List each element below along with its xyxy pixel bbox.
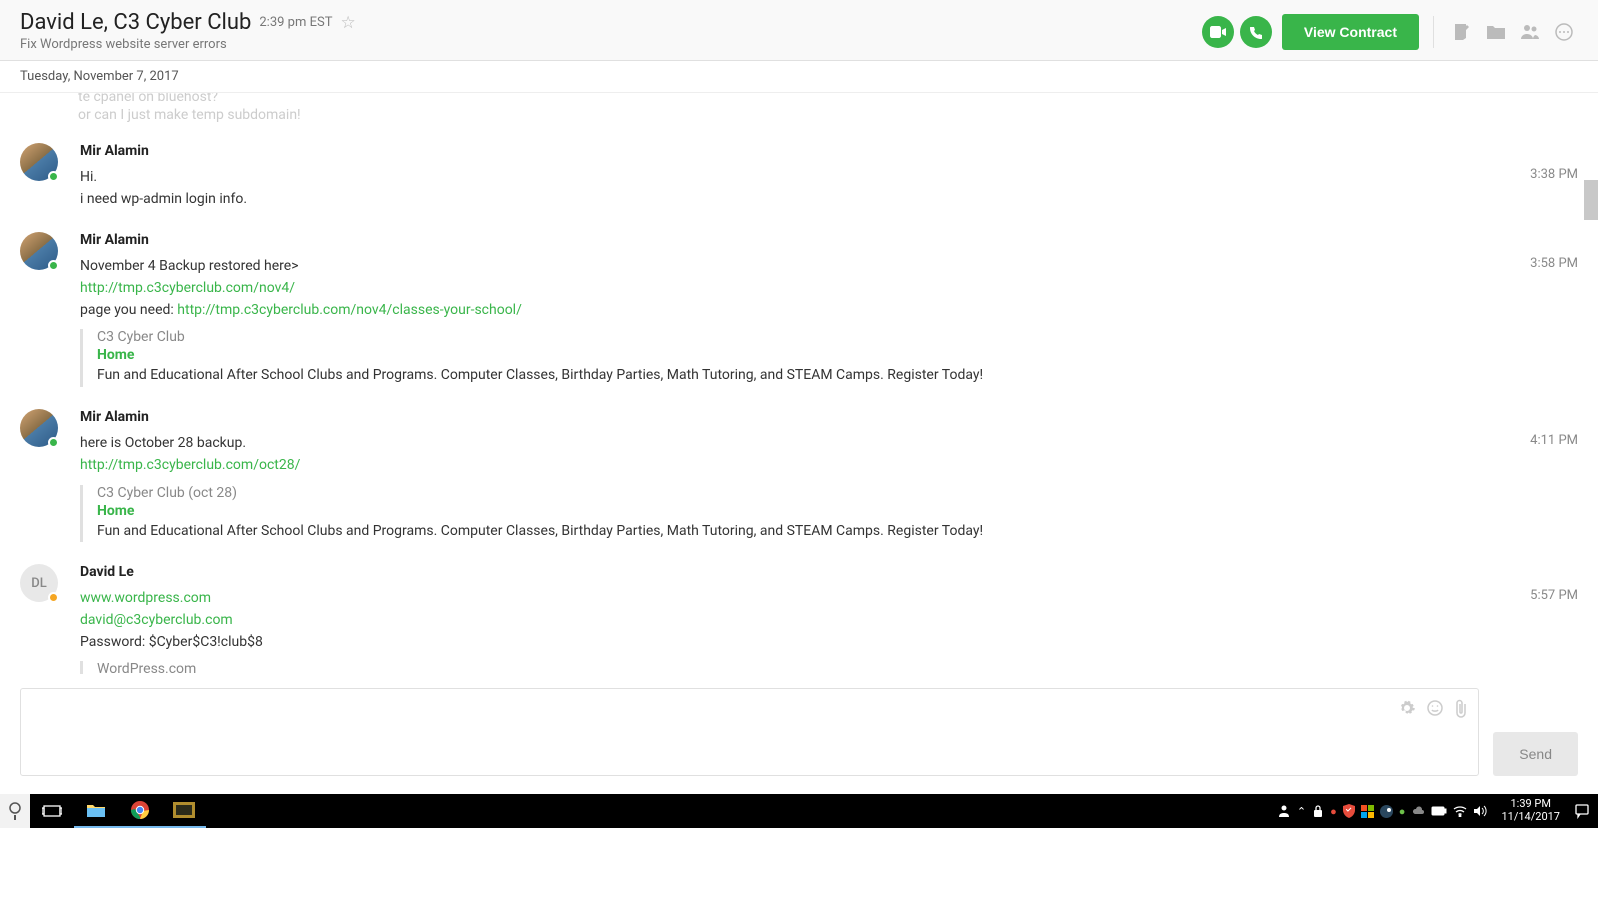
taskbar-date: 11/14/2017 [1501, 811, 1560, 824]
preview-source: WordPress.com [97, 661, 1578, 674]
message-link[interactable]: www.wordpress.com [80, 590, 211, 606]
message-author: Mir Alamin [80, 409, 1578, 425]
message-body: Hi.i need wp-admin login info. [80, 167, 1578, 210]
tray-icon-steam[interactable] [1380, 805, 1393, 818]
message-text: page you need: [80, 302, 177, 318]
message-link[interactable]: http://tmp.c3cyberclub.com/nov4/ [80, 280, 295, 296]
chat-scroll-area[interactable]: te cpanel on bluehost? or can I just mak… [0, 93, 1598, 674]
taskbar-app-file-explorer[interactable] [74, 794, 118, 828]
cortana-button[interactable] [0, 794, 30, 828]
taskbar-app-game[interactable] [162, 794, 206, 828]
message-body: here is October 28 backup. http://tmp.c3c… [80, 433, 1578, 476]
message-body: www.wordpress.com david@c3cyberclub.com Pa… [80, 588, 1578, 653]
tray-volume-icon[interactable] [1473, 805, 1487, 817]
message-author: Mir Alamin [80, 232, 1578, 248]
emoji-icon[interactable] [1426, 699, 1444, 719]
avatar[interactable] [20, 409, 80, 542]
message-text: i need wp-admin login info. [80, 189, 1578, 211]
preview-description: Fun and Educational After School Clubs a… [97, 521, 1578, 543]
message-text: here is October 28 backup. [80, 433, 1578, 455]
chat-title: David Le, C3 Cyber Club [20, 10, 251, 35]
tray-icon-red[interactable]: ● [1330, 805, 1337, 818]
message-author: David Le [80, 564, 1578, 580]
action-center-icon[interactable] [1574, 803, 1590, 819]
browser-scrollbar-thumb[interactable] [1584, 180, 1598, 220]
message-input[interactable] [20, 688, 1479, 776]
message-text: Password: $Cyber$C3!club$8 [80, 632, 1578, 654]
tray-chevron-up-icon[interactable]: ⌃ [1297, 805, 1306, 818]
video-call-button[interactable] [1202, 16, 1234, 48]
settings-icon[interactable] [1398, 699, 1416, 719]
partial-message-text: or can I just make temp subdomain! [78, 107, 301, 123]
message-timestamp: 4:11 PM [1530, 433, 1578, 448]
compose-area: Send [0, 674, 1598, 794]
more-icon[interactable] [1550, 18, 1578, 46]
presence-indicator [48, 437, 59, 448]
attachment-icon[interactable] [1454, 699, 1468, 719]
message-link[interactable]: http://tmp.c3cyberclub.com/nov4/classes-… [177, 302, 522, 318]
message-body: November 4 Backup restored here> http://t… [80, 256, 1578, 321]
tray-people-icon[interactable] [1277, 804, 1291, 818]
tray-icon-av[interactable] [1343, 804, 1355, 818]
tray-icon-security[interactable] [1361, 805, 1374, 818]
message-timestamp: 3:58 PM [1530, 256, 1578, 271]
avatar[interactable] [20, 143, 80, 210]
message-text: November 4 Backup restored here> [80, 256, 1578, 278]
message-text: Hi. [80, 167, 1578, 189]
view-contract-button[interactable]: View Contract [1282, 14, 1419, 50]
message-link[interactable]: david@c3cyberclub.com [80, 612, 233, 628]
preview-description: Fun and Educational After School Clubs a… [97, 365, 1578, 387]
taskbar-app-chrome[interactable] [118, 794, 162, 828]
message: DLDavid Le www.wordpress.com david@c3cyber… [20, 564, 1578, 674]
preview-source: C3 Cyber Club (oct 28) [97, 485, 1578, 501]
system-tray[interactable]: ⌃ ● ● [1277, 804, 1488, 818]
folder-icon[interactable] [1482, 19, 1510, 45]
notes-icon[interactable] [1448, 18, 1476, 46]
favorite-star-icon[interactable]: ☆ [340, 13, 355, 33]
link-preview[interactable]: WordPress.comWordPress.com: Create a web… [80, 661, 1578, 674]
message: Mir Alamin November 4 Backup restored her… [20, 232, 1578, 387]
avatar[interactable]: DL [20, 564, 80, 674]
tray-icon-green[interactable]: ● [1399, 805, 1406, 818]
presence-indicator [48, 260, 59, 271]
send-button[interactable]: Send [1493, 732, 1578, 776]
task-view-button[interactable] [30, 794, 74, 828]
link-preview[interactable]: C3 Cyber Club (oct 28) Home Fun and Educat… [80, 485, 1578, 543]
partial-message-text: te cpanel on bluehost? [78, 93, 218, 105]
message-timestamp: 3:38 PM [1530, 167, 1578, 182]
message-timestamp: 5:57 PM [1530, 588, 1578, 603]
message-link[interactable]: http://tmp.c3cyberclub.com/oct28/ [80, 457, 300, 473]
windows-taskbar: ⌃ ● ● 1:39 PM 11/14/2017 [0, 794, 1598, 828]
message: Mir Alamin Hi.i need wp-admin login info.… [20, 143, 1578, 210]
preview-title[interactable]: Home [97, 503, 1578, 519]
tray-lock-icon[interactable] [1312, 804, 1324, 818]
preview-title[interactable]: Home [97, 347, 1578, 363]
preview-source: C3 Cyber Club [97, 329, 1578, 345]
tray-battery-icon[interactable] [1431, 806, 1447, 816]
date-separator: Tuesday, November 7, 2017 [0, 61, 1598, 93]
message: Mir Alamin here is October 28 backup. http… [20, 409, 1578, 542]
presence-indicator [48, 592, 59, 603]
presence-indicator [48, 171, 59, 182]
chat-subtitle: Fix Wordpress website server errors [20, 37, 356, 52]
avatar[interactable] [20, 232, 80, 387]
link-preview[interactable]: C3 Cyber Club Home Fun and Educational Aft… [80, 329, 1578, 387]
tray-wifi-icon[interactable] [1453, 805, 1467, 817]
people-icon[interactable] [1516, 19, 1544, 45]
separator [1433, 16, 1434, 48]
chat-header: David Le, C3 Cyber Club 2:39 pm EST ☆ Fi… [0, 0, 1598, 61]
chat-local-time: 2:39 pm EST [259, 15, 332, 30]
message-author: Mir Alamin [80, 143, 1578, 159]
taskbar-clock[interactable]: 1:39 PM 11/14/2017 [1495, 798, 1566, 823]
voice-call-button[interactable] [1240, 16, 1272, 48]
tray-icon-cloud[interactable] [1411, 806, 1425, 816]
